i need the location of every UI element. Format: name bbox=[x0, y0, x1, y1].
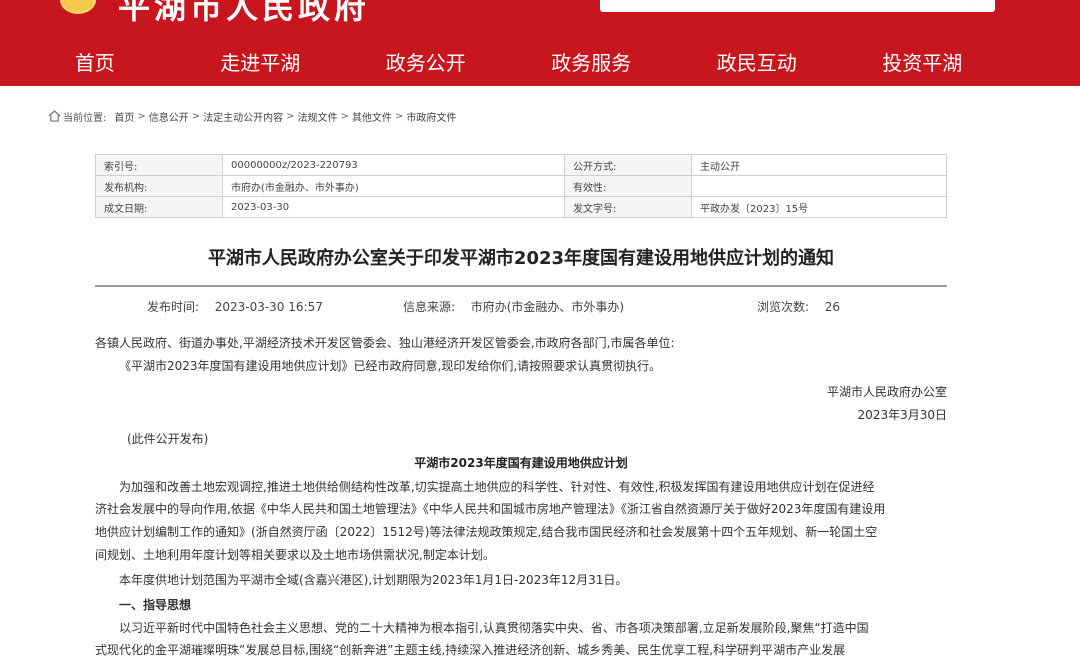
search-input[interactable] bbox=[600, 0, 995, 12]
document-metadata-table: 索引号: 00000000z/2023-220793 公开方式: 主动公开 发布… bbox=[95, 154, 947, 218]
breadcrumb-item-statutory-content[interactable]: 法定主动公开内容 bbox=[203, 109, 283, 124]
paragraph-line: 地供应计划编制工作的通知》(浙自然资厅函〔2022〕1512号)等法律法规政策规… bbox=[95, 523, 877, 541]
breadcrumb-item-city-gov-docs[interactable]: 市政府文件 bbox=[406, 109, 456, 124]
plan-title: 平湖市2023年度国有建设用地供应计划 bbox=[95, 454, 947, 471]
notice-body: 《平湖市2023年度国有建设用地供应计划》已经市政府同意,现印发给你们,请按照要… bbox=[119, 357, 661, 375]
view-count-label: 浏览次数: bbox=[757, 300, 809, 314]
publish-time-value: 2023-03-30 16:57 bbox=[215, 300, 323, 314]
publish-time: 发布时间: 2023-03-30 16:57 bbox=[147, 298, 323, 315]
search-icon[interactable] bbox=[964, 0, 975, 1]
nav-item-home[interactable]: 首页 bbox=[12, 40, 178, 86]
paragraph-line: 为加强和改善土地宏观调控,推进土地供给侧结构性改革,切实提高土地供应的科学性、针… bbox=[119, 478, 874, 496]
breadcrumb-separator: > bbox=[192, 111, 200, 122]
info-source-value: 市府办(市金融办、市外事办) bbox=[471, 300, 624, 314]
top-banner: 平湖市人民政府 bbox=[0, 0, 1080, 40]
document-title: 平湖市人民政府办公室关于印发平湖市2023年度国有建设用地供应计划的通知 bbox=[95, 244, 947, 270]
breadcrumb: 当前位置: 首页 > 信息公开 > 法定主动公开内容 > 法规文件 > 其他文件… bbox=[48, 108, 456, 124]
breadcrumb-separator: > bbox=[341, 111, 349, 122]
national-emblem-icon bbox=[60, 0, 96, 14]
meta-key: 发文字号: bbox=[565, 197, 692, 218]
addressee: 各镇人民政府、街道办事处,平湖经济技术开发区管委会、独山港经济开发区管委会,市政… bbox=[95, 334, 675, 352]
nav-item-investment[interactable]: 投资平湖 bbox=[840, 40, 1006, 86]
table-row: 成文日期: 2023-03-30 发文字号: 平政办发〔2023〕15号 bbox=[96, 197, 947, 218]
breadcrumb-separator: > bbox=[286, 111, 294, 122]
meta-key: 发布机构: bbox=[96, 176, 223, 197]
breadcrumb-item-other-docs[interactable]: 其他文件 bbox=[352, 109, 392, 124]
view-count: 浏览次数: 26 bbox=[757, 298, 840, 315]
nav-item-interaction[interactable]: 政民互动 bbox=[674, 40, 840, 86]
breadcrumb-item-regulations[interactable]: 法规文件 bbox=[298, 109, 338, 124]
meta-key: 索引号: bbox=[96, 155, 223, 176]
meta-value: 2023-03-30 bbox=[223, 197, 565, 218]
publish-time-label: 发布时间: bbox=[147, 300, 199, 314]
meta-value bbox=[692, 176, 947, 197]
nav-item-gov-affairs-open[interactable]: 政务公开 bbox=[343, 40, 509, 86]
meta-value: 市府办(市金融办、市外事办) bbox=[223, 176, 565, 197]
breadcrumb-item-info-open[interactable]: 信息公开 bbox=[149, 109, 189, 124]
meta-value: 平政办发〔2023〕15号 bbox=[692, 197, 947, 218]
table-row: 索引号: 00000000z/2023-220793 公开方式: 主动公开 bbox=[96, 155, 947, 176]
meta-value: 00000000z/2023-220793 bbox=[223, 155, 565, 176]
section-heading: 一、指导思想 bbox=[119, 596, 191, 613]
meta-key: 成文日期: bbox=[96, 197, 223, 218]
home-icon bbox=[48, 110, 61, 122]
table-row: 发布机构: 市府办(市金融办、市外事办) 有效性: bbox=[96, 176, 947, 197]
paragraph-line: 本年度供地计划范围为平湖市全域(含嘉兴港区),计划期限为2023年1月1日-20… bbox=[119, 571, 627, 589]
site-name[interactable]: 平湖市人民政府 bbox=[118, 0, 370, 28]
info-source-label: 信息来源: bbox=[403, 300, 455, 314]
breadcrumb-item-home[interactable]: 首页 bbox=[114, 109, 134, 124]
meta-value: 主动公开 bbox=[692, 155, 947, 176]
nav-item-gov-services[interactable]: 政务服务 bbox=[509, 40, 675, 86]
nav-item-about-pinghu[interactable]: 走进平湖 bbox=[178, 40, 344, 86]
breadcrumb-separator: > bbox=[395, 111, 403, 122]
meta-key: 公开方式: bbox=[565, 155, 692, 176]
paragraph-line: 济社会发展中的导向作用,依据《中华人民共和国土地管理法》《中华人民共和国城市房地… bbox=[95, 500, 885, 518]
view-count-value: 26 bbox=[825, 300, 840, 314]
paragraph-line: 间规划、土地利用年度计划等相关要求以及土地市场供需状况,制定本计划。 bbox=[95, 546, 495, 564]
title-divider bbox=[95, 285, 947, 287]
sign-date: 2023年3月30日 bbox=[858, 406, 947, 423]
signature: 平湖市人民政府办公室 bbox=[827, 383, 947, 400]
public-note: (此件公开发布) bbox=[127, 430, 208, 448]
paragraph-line: 式现代化的金平湖璀璨明珠”发展总目标,围绕“创新奔进”主题主线,持续深入推进经济… bbox=[95, 641, 845, 659]
breadcrumb-prefix: 当前位置: bbox=[63, 109, 106, 124]
info-source: 信息来源: 市府办(市金融办、市外事办) bbox=[403, 298, 624, 315]
main-nav: 首页 走进平湖 政务公开 政务服务 政民互动 投资平湖 bbox=[0, 40, 1080, 86]
paragraph-line: 以习近平新时代中国特色社会主义思想、党的二十大精神为根本指引,认真贯彻落实中央、… bbox=[119, 619, 869, 637]
meta-key: 有效性: bbox=[565, 176, 692, 197]
breadcrumb-separator: > bbox=[137, 111, 145, 122]
